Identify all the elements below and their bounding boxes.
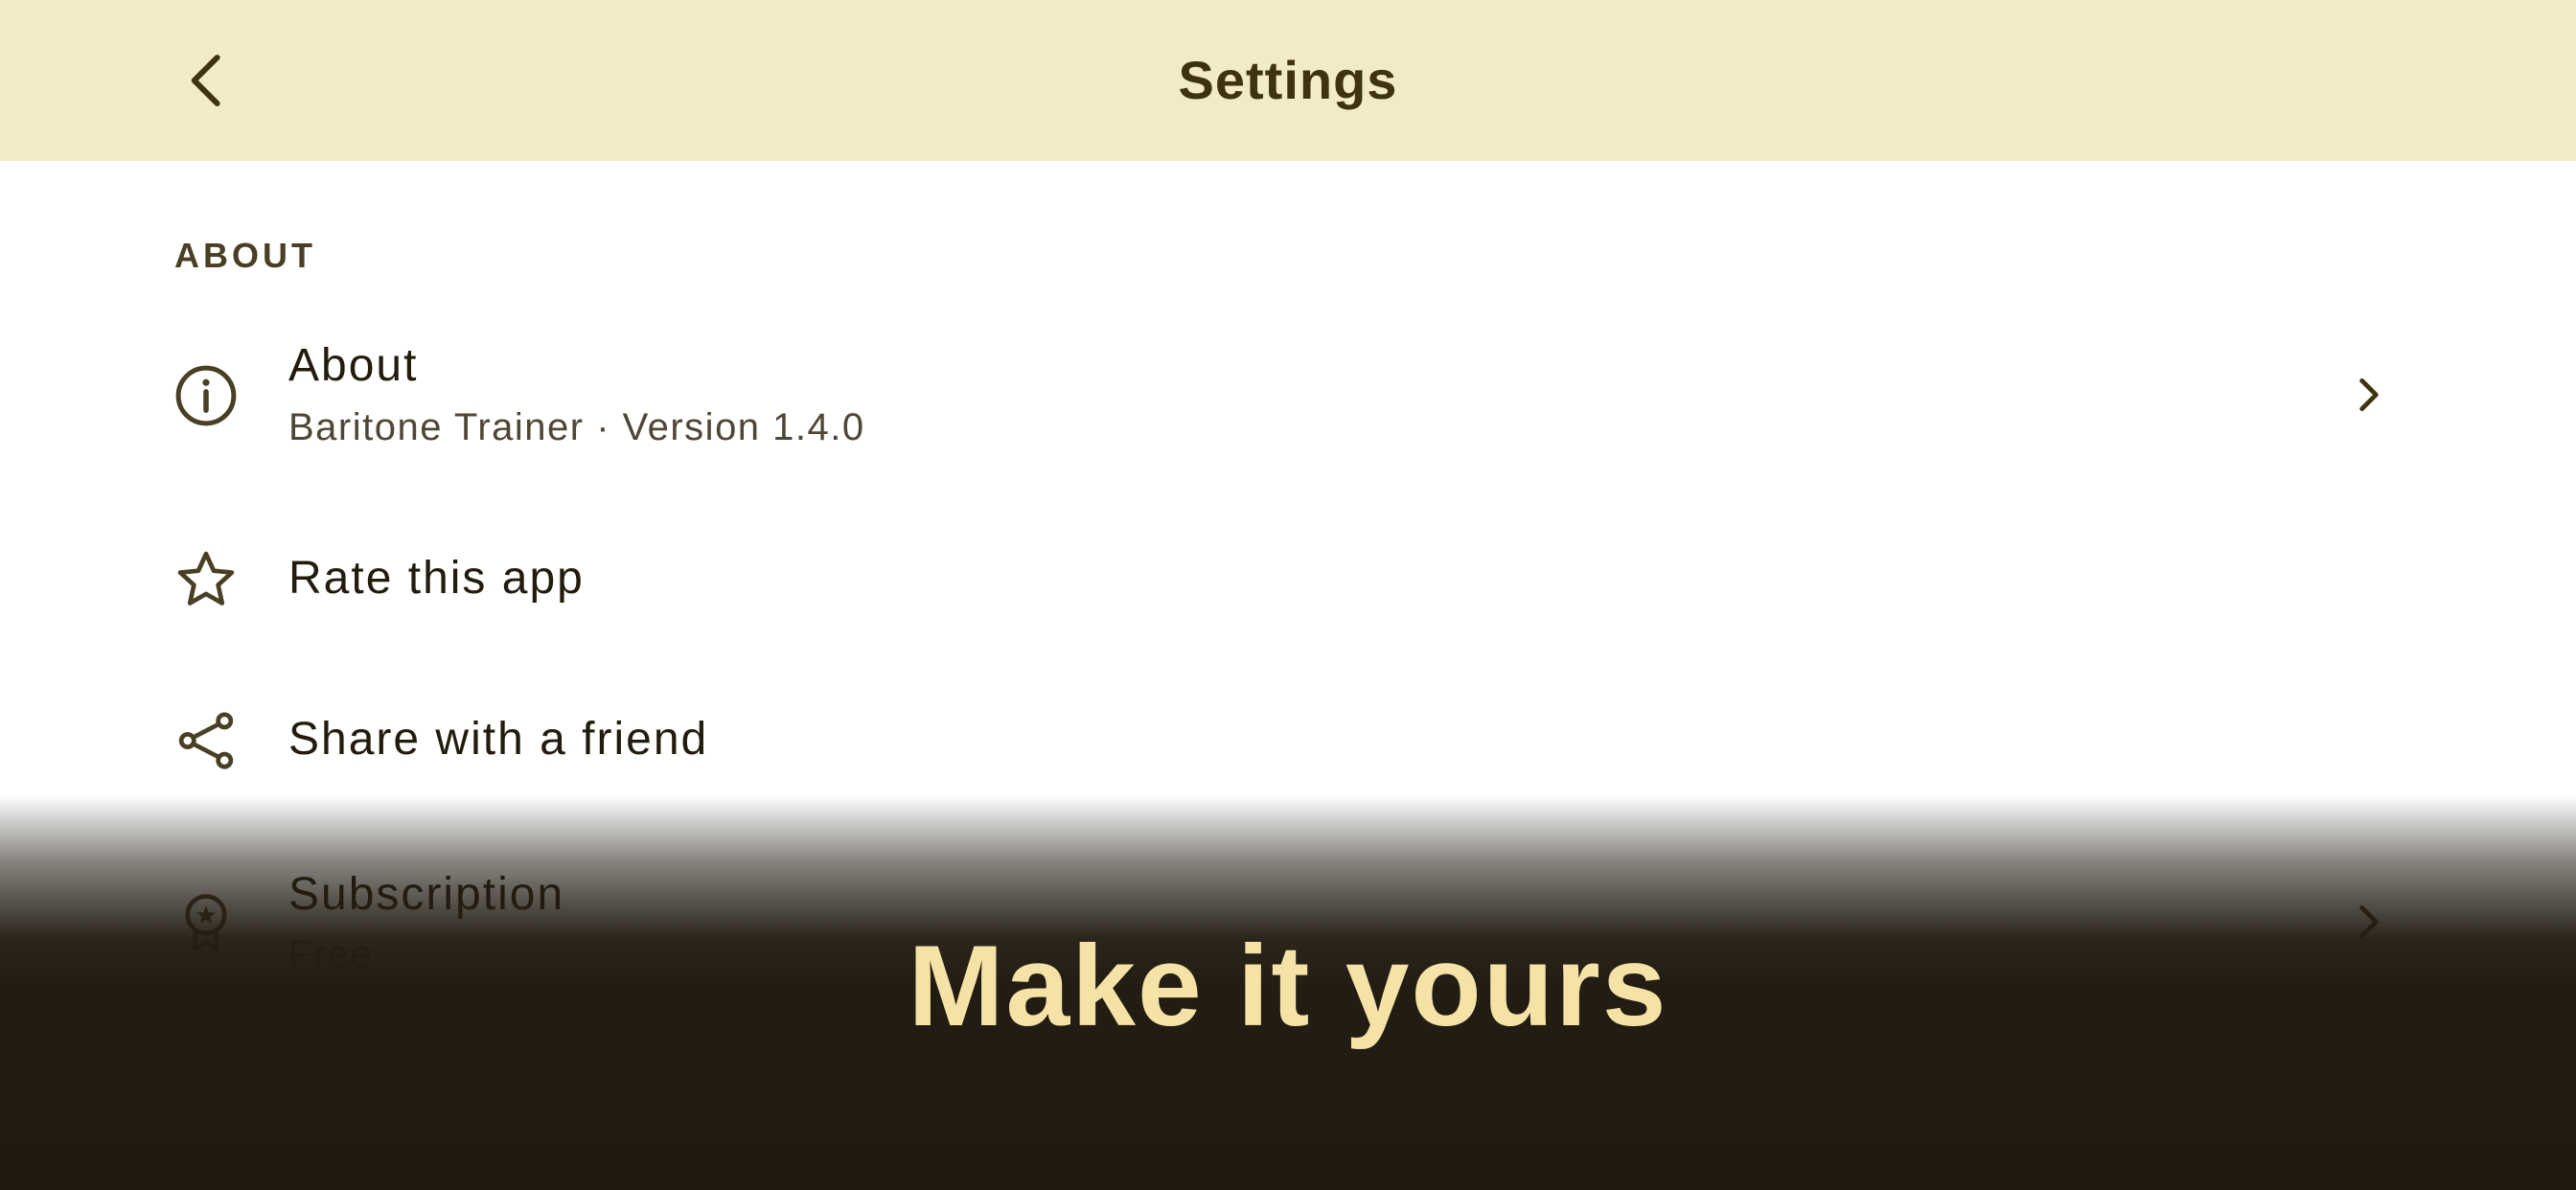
settings-item-title: About bbox=[288, 340, 419, 391]
settings-item-title: Share with a friend bbox=[288, 714, 709, 765]
star-icon bbox=[174, 548, 238, 611]
settings-item-title: Rate this app bbox=[288, 553, 585, 604]
settings-item-title: Subscription bbox=[288, 869, 565, 920]
settings-item-subtitle: Baritone Trainer · Version 1.4.0 bbox=[288, 406, 865, 448]
settings-item-share[interactable]: Share with a friend bbox=[0, 698, 2576, 784]
settings-item-rate-app[interactable]: Rate this app bbox=[0, 537, 2576, 623]
page-title: Settings bbox=[1178, 50, 1398, 110]
settings-item-about[interactable]: About Baritone Trainer · Version 1.4.0 bbox=[0, 326, 2576, 469]
chevron-right-icon bbox=[2348, 374, 2390, 416]
promo-tagline: Make it yours bbox=[908, 922, 1668, 1050]
chevron-left-icon bbox=[191, 55, 220, 106]
section-header-about: ABOUT bbox=[174, 236, 316, 275]
settings-screen: Settings ABOUT About Baritone Trainer · … bbox=[0, 0, 2576, 1190]
info-icon bbox=[174, 364, 238, 427]
share-icon bbox=[174, 709, 238, 772]
back-button[interactable] bbox=[169, 42, 245, 119]
top-app-bar: Settings bbox=[0, 0, 2576, 161]
